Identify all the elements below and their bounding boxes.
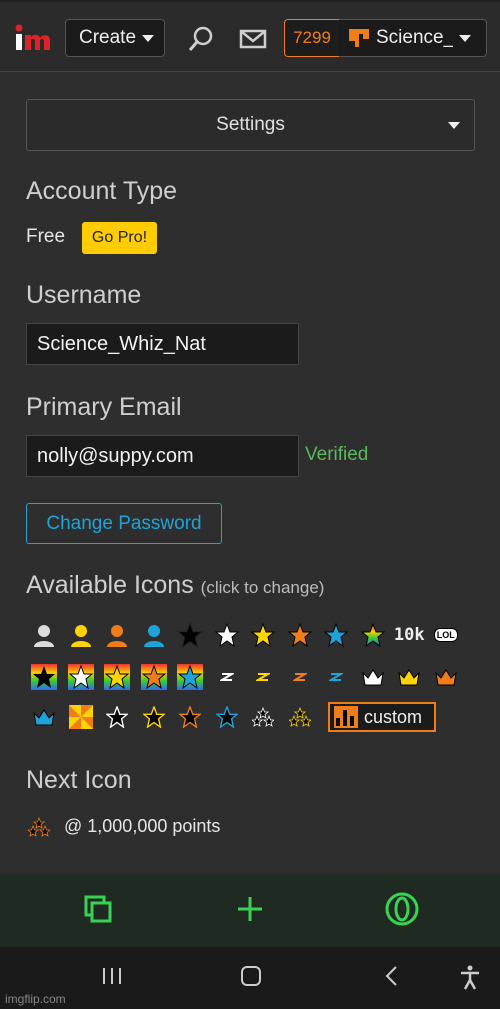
custom-avatar-icon bbox=[334, 706, 358, 728]
user-gray-icon[interactable] bbox=[26, 620, 63, 650]
available-icons-hint: (click to change) bbox=[200, 578, 325, 597]
recent-apps-icon[interactable] bbox=[100, 964, 124, 988]
triple-star-orange-icon bbox=[28, 816, 50, 837]
email-heading: Primary Email bbox=[26, 393, 182, 421]
chevron-down-icon bbox=[459, 34, 471, 42]
star-orange-icon[interactable] bbox=[282, 620, 319, 650]
star-outline-blue-icon[interactable] bbox=[209, 702, 246, 732]
username-field[interactable]: Science_Whiz_Nat bbox=[26, 323, 299, 365]
triple-star-yellow-icon[interactable] bbox=[282, 702, 319, 732]
user-orange-icon[interactable] bbox=[99, 620, 136, 650]
star-white-rainbow-icon[interactable] bbox=[63, 662, 100, 692]
pinwheel-icon[interactable] bbox=[63, 702, 100, 732]
points-counter[interactable]: 7299 bbox=[284, 19, 340, 57]
star-yellow-rainbow-icon[interactable] bbox=[99, 662, 136, 692]
settings-select-label: Settings bbox=[216, 114, 285, 135]
custom-icon-button[interactable]: custom bbox=[328, 702, 436, 732]
icon-row-1: 10k LOL bbox=[26, 620, 464, 650]
opera-menu-icon[interactable] bbox=[385, 892, 419, 926]
search-icon[interactable] bbox=[187, 25, 215, 53]
crown-blue-icon[interactable] bbox=[26, 702, 63, 732]
star-outline-orange-icon[interactable] bbox=[172, 702, 209, 732]
10k-text-icon[interactable]: 10k bbox=[391, 620, 428, 650]
create-button[interactable]: Create bbox=[65, 19, 165, 57]
star-blue-icon[interactable] bbox=[318, 620, 355, 650]
triple-star-white-icon[interactable] bbox=[245, 702, 282, 732]
change-password-button[interactable]: Change Password bbox=[26, 503, 222, 544]
username-short: Science_ bbox=[376, 27, 453, 48]
create-label: Create bbox=[79, 27, 137, 48]
chevron-down-icon bbox=[448, 122, 460, 129]
bolt-orange-icon[interactable] bbox=[282, 662, 319, 692]
custom-label: custom bbox=[364, 706, 423, 727]
email-field[interactable]: nolly@suppy.com bbox=[26, 435, 299, 477]
watermark: imgflip.com bbox=[5, 992, 66, 1006]
star-outline-white-icon[interactable] bbox=[99, 702, 136, 732]
crown-white-icon[interactable] bbox=[355, 662, 392, 692]
chevron-down-icon bbox=[142, 34, 155, 42]
system-nav-bar bbox=[0, 947, 500, 1009]
settings-select[interactable]: Settings bbox=[26, 99, 475, 151]
go-pro-button[interactable]: Go Pro! bbox=[82, 222, 157, 254]
email-verified-status: Verified bbox=[305, 444, 369, 465]
mail-icon[interactable] bbox=[239, 25, 267, 53]
icon-row-3: custom bbox=[26, 702, 436, 732]
account-type-heading: Account Type bbox=[26, 177, 178, 205]
next-icon-heading: Next Icon bbox=[26, 766, 132, 794]
browser-toolbar bbox=[0, 874, 500, 947]
next-icon-requirement: @ 1,000,000 points bbox=[64, 816, 221, 836]
plus-icon[interactable] bbox=[235, 894, 265, 924]
icon-row-2 bbox=[26, 662, 464, 692]
lol-bubble-icon[interactable]: LOL bbox=[428, 620, 465, 650]
star-yellow-icon[interactable] bbox=[245, 620, 282, 650]
next-icon-row: @ 1,000,000 points bbox=[28, 816, 220, 837]
available-icons-title: Available Icons bbox=[26, 571, 194, 599]
top-bar: Create 7299 Science_ bbox=[0, 0, 500, 72]
user-avatar-icon bbox=[349, 29, 369, 47]
home-icon[interactable] bbox=[239, 964, 263, 988]
imgflip-logo[interactable] bbox=[14, 22, 52, 56]
username-heading: Username bbox=[26, 281, 142, 309]
bolt-yellow-icon[interactable] bbox=[245, 662, 282, 692]
star-outline-yellow-icon[interactable] bbox=[136, 702, 173, 732]
star-blue-rainbow-icon[interactable] bbox=[172, 662, 209, 692]
star-black-icon[interactable] bbox=[172, 620, 209, 650]
accessibility-icon[interactable] bbox=[458, 964, 482, 990]
star-white-icon[interactable] bbox=[209, 620, 246, 650]
user-blue-icon[interactable] bbox=[136, 620, 173, 650]
available-icons-heading: Available Icons (click to change) bbox=[26, 571, 324, 600]
bolt-blue-icon[interactable] bbox=[318, 662, 355, 692]
user-menu-button[interactable]: Science_ bbox=[339, 19, 487, 57]
user-yellow-icon[interactable] bbox=[63, 620, 100, 650]
crown-yellow-icon[interactable] bbox=[391, 662, 428, 692]
bolt-white-icon[interactable] bbox=[209, 662, 246, 692]
star-orange-rainbow-icon[interactable] bbox=[136, 662, 173, 692]
back-icon[interactable] bbox=[380, 964, 404, 988]
star-black-rainbow-icon[interactable] bbox=[26, 662, 63, 692]
star-rainbow-icon[interactable] bbox=[355, 620, 392, 650]
lol-bubble-label: LOL bbox=[433, 628, 458, 642]
tabs-icon[interactable] bbox=[83, 894, 113, 924]
crown-orange-icon[interactable] bbox=[428, 662, 465, 692]
plan-label: Free bbox=[26, 226, 66, 247]
